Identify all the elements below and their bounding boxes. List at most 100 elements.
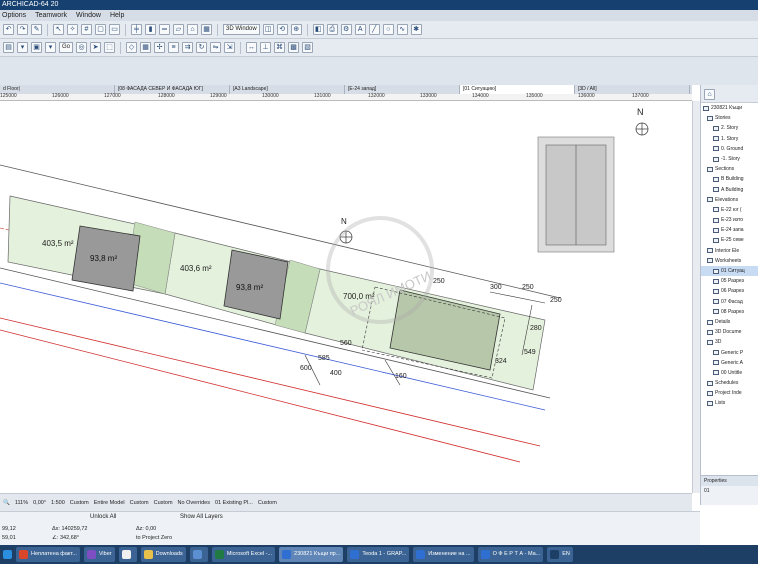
grid-icon[interactable]: ▦ [140, 42, 152, 53]
magic-wand-icon[interactable]: ✧ [67, 24, 78, 35]
nav-item[interactable]: 2. Story [701, 123, 758, 133]
custom-value-3[interactable]: Custom [154, 500, 173, 506]
nav-item[interactable]: Worksheets [701, 256, 758, 266]
project-map-icon[interactable]: ⌂ [704, 89, 715, 100]
taskbar-item[interactable]: EN [547, 547, 573, 562]
renovation-value[interactable]: 01 Existing Pl... [215, 500, 253, 506]
scale-value[interactable]: 1:500 [51, 500, 65, 506]
spline-tool-icon[interactable]: ∿ [396, 24, 408, 35]
level-icon[interactable]: ⊥ [260, 42, 272, 53]
cube-icon[interactable]: ◫ [262, 24, 274, 35]
window-tool-icon[interactable]: ▢ [95, 24, 106, 35]
dimension-icon[interactable]: ↔ [246, 42, 258, 53]
nav-item[interactable]: 00 Untitle [701, 368, 758, 378]
taskbar-item[interactable]: Изменение на ... [413, 547, 474, 562]
nav-item[interactable]: Elevations [701, 195, 758, 205]
tab-e24[interactable]: [E-24 запад] [345, 85, 460, 94]
nav-item[interactable]: Interior Ele [701, 246, 758, 256]
taskbar-item[interactable] [189, 547, 208, 562]
menu-window[interactable]: Window [76, 10, 101, 21]
arrow-tool-icon[interactable]: ↖ [53, 24, 64, 35]
custom-value-4[interactable]: Custom [258, 500, 277, 506]
show-layers-button[interactable]: Show All Layers [180, 514, 223, 520]
taskbar-item[interactable]: 230821 Къщи пр... [279, 547, 344, 562]
nav-item[interactable]: Project Inde [701, 388, 758, 398]
nav-item[interactable]: Details [701, 317, 758, 327]
taskbar-item[interactable]: Downloads [140, 547, 186, 562]
nav-item[interactable]: 08 Разрез [701, 307, 758, 317]
nav-item[interactable]: 1. Story [701, 134, 758, 144]
taskbar-item[interactable]: Teoda 1 - GRAP... [347, 547, 410, 562]
align-icon[interactable]: ≡ [168, 42, 180, 53]
pencil-icon[interactable]: ✎ [31, 24, 42, 35]
layout-icon[interactable]: ◧ [312, 24, 324, 35]
offset-icon[interactable]: ⇉ [182, 42, 194, 53]
taskbar-item[interactable]: О Ф Е Р Т А - Ма... [477, 547, 544, 562]
pen-set-value[interactable]: Custom [70, 500, 89, 506]
nav-item[interactable]: Generic A [701, 358, 758, 368]
column-tool-icon[interactable]: ▮ [145, 24, 156, 35]
nav-item[interactable]: 05 Разрез [701, 276, 758, 286]
nav-item[interactable]: Schedules [701, 378, 758, 388]
taskbar-item[interactable] [118, 547, 137, 562]
menu-teamwork[interactable]: Teamwork [35, 10, 67, 21]
fill-icon[interactable]: ▩ [288, 42, 300, 53]
nav-item[interactable]: B Building [701, 174, 758, 184]
nav-item[interactable]: 3D Docume [701, 327, 758, 337]
beam-tool-icon[interactable]: ═ [159, 24, 170, 35]
nav-item[interactable]: E-23 изто [701, 215, 758, 225]
nav-item[interactable]: E-24 запа [701, 225, 758, 235]
nav-item[interactable]: 0. Ground [701, 144, 758, 154]
slab-tool-icon[interactable]: ▱ [173, 24, 184, 35]
angle-value[interactable]: 0,00° [33, 500, 46, 506]
wall-tool-icon[interactable]: ╪ [131, 24, 142, 35]
nav-item[interactable]: 3D [701, 337, 758, 347]
line-tool-icon[interactable]: ╱ [368, 24, 380, 35]
circle-tool-icon[interactable]: ○ [382, 24, 394, 35]
nav-item[interactable]: 06 Разрез [701, 286, 758, 296]
nav-item[interactable]: E-25 севе [701, 235, 758, 245]
frame-icon[interactable]: ⬚ [104, 42, 116, 53]
marquee-icon[interactable]: ▭ [109, 24, 120, 35]
taskbar-item[interactable]: Неплатена факт... [16, 547, 80, 562]
overrides-value[interactable]: No Overrides [178, 500, 210, 506]
properties-value[interactable]: 01 [701, 486, 758, 496]
dropdown-icon[interactable]: ▾ [17, 42, 28, 53]
go-button[interactable]: Go [59, 42, 74, 53]
label-icon[interactable]: ⌘ [274, 42, 286, 53]
menu-help[interactable]: Help [110, 10, 124, 21]
arrow-select-icon[interactable]: ➤ [90, 42, 102, 53]
3d-window-button[interactable]: 3D Window [223, 24, 260, 35]
custom-value-2[interactable]: Custom [130, 500, 149, 506]
nav-item[interactable]: 01 Ситуац [701, 266, 758, 277]
hash-icon[interactable]: # [81, 24, 92, 35]
dropdown-icon[interactable]: ▾ [45, 42, 56, 53]
nav-item[interactable]: E-22 юг ( [701, 205, 758, 215]
guide-icon[interactable]: ✢ [154, 42, 166, 53]
settings-icon[interactable]: ⚙ [340, 24, 352, 35]
site-plan-drawing[interactable]: 403,5 m² 403,6 m² 700,0 m² 93,8 m² 93,8 … [0, 101, 692, 493]
taskbar-item[interactable]: Viber [83, 547, 115, 562]
redo-icon[interactable]: ↷ [17, 24, 28, 35]
mirror-icon[interactable]: ⇋ [210, 42, 222, 53]
nav-item[interactable]: Stories [701, 113, 758, 123]
taskbar-item[interactable]: Microsoft Excel -... [211, 547, 276, 562]
nav-item[interactable]: 07 Фасад [701, 297, 758, 307]
pen-icon[interactable]: ▣ [31, 42, 42, 53]
orbit-icon[interactable]: ⟲ [276, 24, 288, 35]
text-tool-icon[interactable]: A [354, 24, 366, 35]
nav-item[interactable]: A Building [701, 185, 758, 195]
unlock-all-button[interactable]: Unlock All [90, 514, 116, 520]
drawing-canvas[interactable]: 403,5 m² 403,6 m² 700,0 m² 93,8 m² 93,8 … [0, 101, 692, 493]
start-icon[interactable] [3, 550, 12, 559]
roof-tool-icon[interactable]: ⌂ [187, 24, 198, 35]
menu-options[interactable]: Options [2, 10, 26, 21]
nav-item[interactable]: -1. Story [701, 154, 758, 164]
publish-icon[interactable]: ⎙ [326, 24, 338, 35]
hotspot-icon[interactable]: ✱ [410, 24, 422, 35]
model-view-value[interactable]: Entire Model [94, 500, 125, 506]
globe-icon[interactable]: ◎ [76, 42, 88, 53]
zoom-icon[interactable]: ⊕ [290, 24, 302, 35]
zoom-value[interactable]: 111% [15, 500, 28, 506]
mesh-tool-icon[interactable]: ▦ [201, 24, 212, 35]
